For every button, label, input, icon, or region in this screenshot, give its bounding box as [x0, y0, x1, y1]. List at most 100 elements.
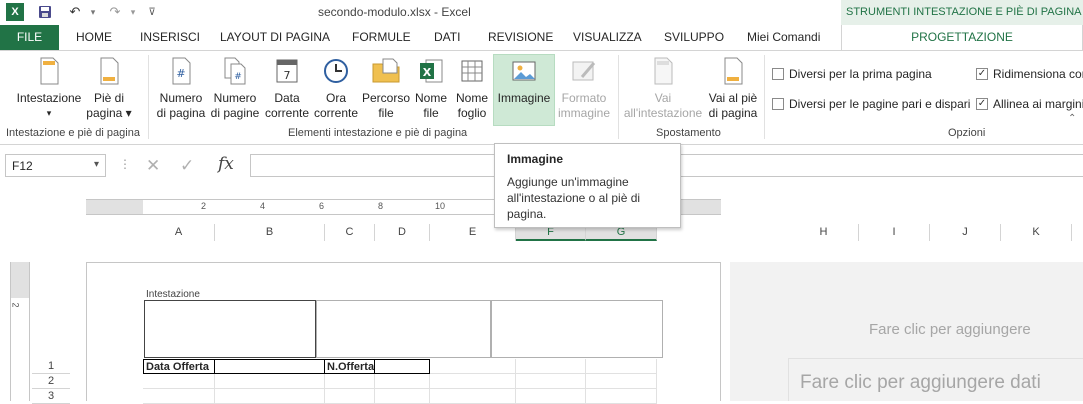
- tab-dati[interactable]: DATI: [434, 30, 460, 44]
- cell-c2[interactable]: [325, 374, 375, 389]
- go-to-footer-icon: [717, 55, 749, 87]
- tab-visualizza[interactable]: VISUALIZZA: [573, 30, 642, 44]
- group-label-elementi: Elementi intestazione e piè di pagina: [288, 127, 468, 139]
- cell-d1[interactable]: [375, 359, 430, 374]
- insert-function-icon[interactable]: fx: [218, 154, 234, 174]
- vai-intestazione-button[interactable]: Vai all'intestazione: [620, 55, 706, 121]
- immagine-button[interactable]: Immagine: [493, 54, 555, 126]
- header-right-section[interactable]: [491, 300, 663, 358]
- option-allinea[interactable]: ✓ Allinea ai margini: [976, 97, 1083, 111]
- tooltip-body: Aggiunge un'immagine all'intestazione o …: [507, 175, 641, 221]
- name-box-dropdown-icon[interactable]: ▾: [94, 159, 99, 170]
- cell-a2[interactable]: [143, 374, 215, 389]
- tab-sviluppo[interactable]: SVILUPPO: [664, 30, 724, 44]
- header-page-icon: [33, 55, 65, 87]
- column-header-h[interactable]: H: [789, 224, 859, 241]
- row-header-3[interactable]: 3: [32, 389, 70, 404]
- tooltip-title: Immagine: [507, 152, 564, 166]
- cell-g2[interactable]: [586, 374, 657, 389]
- pie-di-pagina-button[interactable]: Piè di pagina ▾: [84, 55, 134, 121]
- undo-dropdown-icon[interactable]: ▾: [84, 3, 102, 21]
- clock-icon: [320, 55, 352, 87]
- numero-di-pagine-button[interactable]: # Numero di pagine: [208, 55, 262, 121]
- vai-pie-di-pagina-button[interactable]: Vai al piè di pagina: [706, 55, 760, 121]
- column-header-b[interactable]: B: [215, 224, 325, 241]
- checkbox-prima-pagina[interactable]: [772, 68, 784, 80]
- header-label: Intestazione: [146, 289, 200, 300]
- tab-miei-comandi[interactable]: Miei Comandi: [747, 30, 820, 44]
- cell-b2[interactable]: [215, 374, 325, 389]
- column-header-k[interactable]: K: [1001, 224, 1072, 241]
- cell-d2[interactable]: [375, 374, 430, 389]
- svg-text:X: X: [423, 66, 432, 79]
- add-data-placeholder[interactable]: Fare clic per aggiungere dati: [800, 372, 1041, 394]
- tab-progettazione[interactable]: PROGETTAZIONE: [841, 25, 1083, 51]
- ruler-number: 6: [319, 201, 325, 211]
- data-corrente-button[interactable]: 7 Data corrente: [262, 55, 312, 121]
- cell-e2[interactable]: [430, 374, 516, 389]
- name-box[interactable]: F12 ▾: [5, 154, 106, 177]
- tab-file[interactable]: FILE: [0, 25, 59, 50]
- intestazione-button[interactable]: Intestazione ▾: [14, 55, 84, 121]
- cell-b1[interactable]: [215, 359, 325, 374]
- row-header-2[interactable]: 2: [32, 374, 70, 389]
- cancel-icon[interactable]: ✕: [146, 156, 160, 176]
- header-center-section[interactable]: [316, 300, 491, 358]
- tab-layout-di-pagina[interactable]: LAYOUT DI PAGINA: [220, 30, 330, 44]
- tab-home[interactable]: HOME: [76, 30, 112, 44]
- checkbox-allinea[interactable]: ✓: [976, 98, 988, 110]
- ruler-number: 4: [260, 201, 266, 211]
- cell-g1[interactable]: [586, 359, 657, 374]
- cell-e3[interactable]: [430, 389, 516, 404]
- cell-f3[interactable]: [516, 389, 586, 404]
- column-header-i[interactable]: I: [859, 224, 930, 241]
- option-pari-dispari[interactable]: Diversi per le pagine pari e dispari: [772, 97, 970, 111]
- nome-file-button[interactable]: X Nome file: [412, 55, 450, 121]
- save-icon[interactable]: [36, 3, 54, 21]
- customize-toolbar-icon[interactable]: ⊽: [143, 3, 161, 21]
- cell-b3[interactable]: [215, 389, 325, 404]
- cell-c3[interactable]: [325, 389, 375, 404]
- cell-f1[interactable]: [516, 359, 586, 374]
- tab-revisione[interactable]: REVISIONE: [488, 30, 553, 44]
- tab-formule[interactable]: FORMULE: [352, 30, 411, 44]
- add-header-placeholder[interactable]: Fare clic per aggiungere: [869, 321, 1031, 338]
- immagine-tooltip: Immagine Aggiunge un'immagine all'intest…: [494, 143, 681, 228]
- column-header-a[interactable]: A: [143, 224, 215, 241]
- column-header-d[interactable]: D: [375, 224, 430, 241]
- row-header-1[interactable]: 1: [32, 359, 70, 374]
- ruler-margin: [11, 262, 29, 298]
- column-header-c[interactable]: C: [325, 224, 375, 241]
- undo-icon[interactable]: ↶: [66, 3, 84, 21]
- redo-dropdown-icon[interactable]: ▾: [124, 3, 142, 21]
- ribbon-separator: [764, 55, 765, 139]
- cell-f2[interactable]: [516, 374, 586, 389]
- svg-text:7: 7: [284, 69, 291, 82]
- percorso-file-button[interactable]: Percorso file: [360, 55, 412, 121]
- formato-immagine-button[interactable]: Formato immagine: [556, 55, 612, 121]
- calendar-icon: 7: [271, 55, 303, 87]
- checkbox-pari-dispari[interactable]: [772, 98, 784, 110]
- cell-c1[interactable]: N.Offerta: [325, 359, 375, 374]
- cell-e1[interactable]: [430, 359, 516, 374]
- option-prima-pagina[interactable]: Diversi per la prima pagina: [772, 67, 932, 81]
- cell-g3[interactable]: [586, 389, 657, 404]
- sheet-grid-icon: [456, 55, 488, 87]
- numero-di-pagina-button[interactable]: # Numero di pagina: [154, 55, 208, 121]
- cell-d3[interactable]: [375, 389, 430, 404]
- option-ridimensiona[interactable]: ✓ Ridimensiona con: [976, 67, 1083, 81]
- redo-icon[interactable]: ↷: [106, 3, 124, 21]
- header-left-section[interactable]: [144, 300, 316, 358]
- column-header-j[interactable]: J: [930, 224, 1001, 241]
- page-count-icon: #: [219, 55, 251, 87]
- cell-a1[interactable]: Data Offerta: [143, 359, 215, 374]
- ora-corrente-button[interactable]: Ora corrente: [312, 55, 360, 121]
- enter-icon[interactable]: ✓: [180, 156, 194, 176]
- collapse-ribbon-icon[interactable]: ⌃: [1068, 113, 1076, 124]
- checkbox-ridimensiona[interactable]: ✓: [976, 68, 988, 80]
- cell-a3[interactable]: [143, 389, 215, 404]
- excel-file-icon: X: [415, 55, 447, 87]
- ruler-number: 10: [435, 201, 446, 211]
- tab-inserisci[interactable]: INSERISCI: [140, 30, 200, 44]
- nome-foglio-button[interactable]: Nome foglio: [452, 55, 492, 121]
